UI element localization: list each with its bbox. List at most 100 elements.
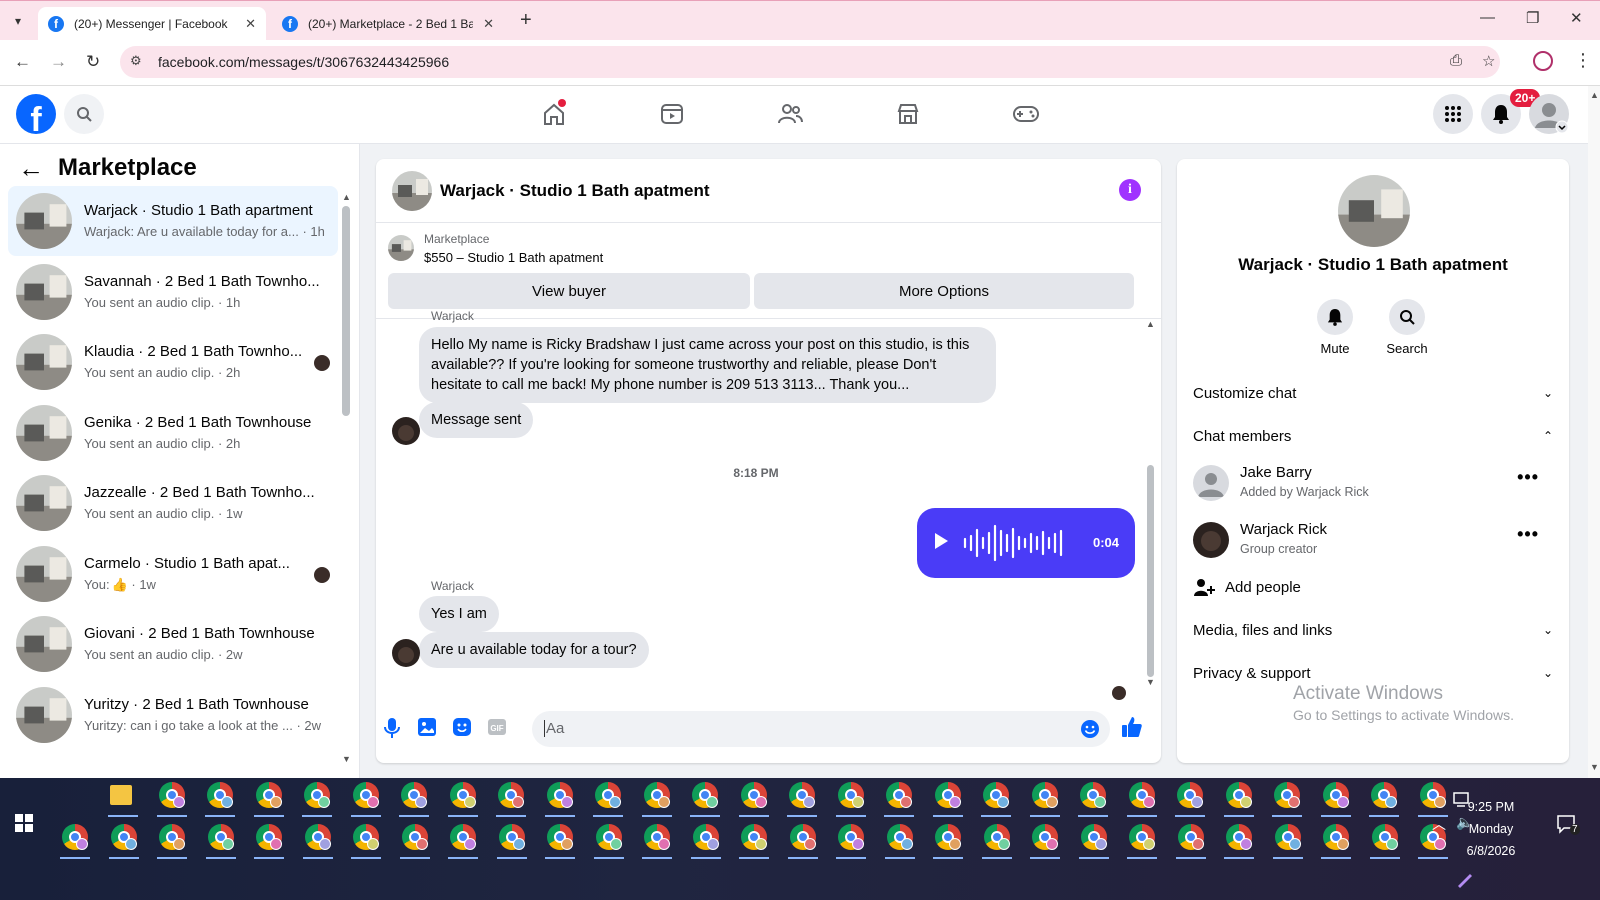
conversation-item[interactable]: Yuritzy · 2 Bed 1 Bath Townhouse Yuritzy:… bbox=[8, 680, 338, 750]
nav-marketplace[interactable] bbox=[878, 86, 938, 142]
restore-button[interactable]: ❐ bbox=[1526, 9, 1539, 27]
taskbar-app-icon[interactable] bbox=[449, 782, 476, 808]
taskbar-app-icon[interactable] bbox=[547, 824, 573, 850]
taskbar-app-icon[interactable] bbox=[1031, 782, 1058, 808]
taskbar-app-icon[interactable] bbox=[1128, 782, 1155, 808]
taskbar-app-icon[interactable] bbox=[353, 824, 379, 850]
mute-button[interactable]: Mute bbox=[1305, 299, 1365, 356]
page-scrollbar[interactable]: ▲ ▼ bbox=[1588, 86, 1600, 778]
chat-info-avatar[interactable] bbox=[1338, 175, 1410, 247]
nav-gaming[interactable] bbox=[996, 86, 1056, 142]
message-input[interactable]: Aa bbox=[532, 711, 1110, 747]
taskbar-app-icon[interactable] bbox=[1032, 824, 1058, 850]
taskbar-app-icon[interactable] bbox=[1080, 824, 1107, 850]
nav-friends[interactable] bbox=[760, 86, 820, 142]
taskbar-app-icon[interactable] bbox=[1371, 782, 1397, 808]
taskbar-app-icon[interactable] bbox=[1225, 782, 1252, 808]
taskbar-app-icon[interactable] bbox=[643, 782, 670, 808]
conversation-item[interactable]: Warjack · Studio 1 Bath apartment Warjack… bbox=[8, 186, 338, 256]
notification-center[interactable]: 7 bbox=[1556, 814, 1580, 835]
windows-start-icon[interactable] bbox=[15, 814, 33, 832]
media-files-links-row[interactable]: Media, files and links ⌄ bbox=[1193, 610, 1553, 650]
sender-avatar[interactable] bbox=[392, 417, 420, 445]
taskbar-app-icon[interactable] bbox=[110, 782, 136, 808]
taskbar-app-icon[interactable] bbox=[1129, 824, 1155, 850]
new-tab-button[interactable]: + bbox=[520, 9, 532, 32]
chat-avatar[interactable] bbox=[392, 171, 432, 211]
taskbar-app-icon[interactable] bbox=[934, 782, 961, 808]
play-icon[interactable] bbox=[935, 533, 948, 549]
sender-avatar[interactable] bbox=[392, 639, 420, 667]
forward-icon[interactable]: → bbox=[50, 52, 67, 72]
taskbar-app-icon[interactable] bbox=[838, 824, 864, 850]
facebook-logo[interactable]: f bbox=[16, 94, 56, 134]
taskbar-app-icon[interactable] bbox=[692, 782, 718, 808]
taskbar-app-icon[interactable] bbox=[1080, 782, 1106, 808]
customize-chat-row[interactable]: Customize chat ⌄ bbox=[1193, 373, 1553, 413]
minimize-button[interactable]: — bbox=[1480, 9, 1495, 26]
bookmark-star-icon[interactable]: ☆ bbox=[1482, 52, 1495, 70]
message-bubble-sent-notice[interactable]: Message sent bbox=[419, 402, 534, 438]
close-window-button[interactable]: ✕ bbox=[1570, 9, 1583, 27]
thumbs-up-icon[interactable] bbox=[1120, 715, 1144, 739]
taskbar-app-icon[interactable] bbox=[837, 782, 864, 808]
tab-search-dropdown[interactable]: ▾ bbox=[6, 9, 30, 33]
gif-icon[interactable]: GIF bbox=[487, 717, 507, 737]
member-item[interactable]: Jake Barry Added by Warjack Rick ••• bbox=[1193, 459, 1553, 509]
chat-scrollbar[interactable]: ▲ ▼ bbox=[1146, 319, 1156, 693]
browser-profile-icon[interactable] bbox=[1533, 51, 1553, 71]
taskbar-app-icon[interactable] bbox=[304, 824, 331, 850]
taskbar-app-icon[interactable] bbox=[595, 824, 622, 850]
conversation-item[interactable]: Giovani · 2 Bed 1 Bath Townhouse You sent… bbox=[8, 609, 338, 679]
tab-marketplace[interactable]: f (20+) Marketplace - 2 Bed 1 Bath ✕ bbox=[272, 7, 504, 41]
message-bubble-long[interactable]: Hello My name is Ricky Bradshaw I just c… bbox=[419, 327, 996, 403]
back-icon[interactable]: ← bbox=[14, 52, 31, 72]
taskbar-app-icon[interactable] bbox=[207, 824, 234, 850]
show-hidden-icons[interactable]: ︿ bbox=[1432, 814, 1446, 834]
taskbar-app-icon[interactable] bbox=[401, 824, 428, 850]
taskbar-app-icon[interactable] bbox=[159, 824, 185, 850]
taskbar-app-icon[interactable] bbox=[692, 824, 719, 850]
taskbar-app-icon[interactable] bbox=[740, 782, 767, 808]
microphone-icon[interactable] bbox=[382, 717, 402, 739]
taskbar-app-icon[interactable] bbox=[983, 824, 1010, 850]
listing-price-title[interactable]: $550 – Studio 1 Bath apatment bbox=[424, 250, 603, 265]
close-tab-icon[interactable]: ✕ bbox=[245, 16, 256, 32]
taskbar-app-icon[interactable] bbox=[644, 824, 670, 850]
taskbar-app-icon[interactable] bbox=[62, 824, 88, 850]
search-button[interactable] bbox=[64, 94, 104, 134]
taskbar-app-icon[interactable] bbox=[983, 782, 1009, 808]
photo-icon[interactable] bbox=[417, 717, 437, 737]
member-options-icon[interactable]: ••• bbox=[1517, 467, 1539, 488]
taskbar-app-icon[interactable] bbox=[158, 782, 185, 808]
pen-icon[interactable] bbox=[1456, 872, 1474, 888]
search-in-chat-button[interactable]: Search bbox=[1377, 299, 1437, 356]
emoji-icon[interactable] bbox=[1080, 719, 1100, 739]
menu-button[interactable] bbox=[1433, 94, 1473, 134]
taskbar-app-icon[interactable] bbox=[789, 824, 816, 850]
sticker-icon[interactable] bbox=[452, 717, 472, 737]
taskbar-app-icon[interactable] bbox=[595, 782, 621, 808]
account-button[interactable] bbox=[1529, 94, 1569, 134]
taskbar-app-icon[interactable] bbox=[1177, 782, 1203, 808]
taskbar-app-icon[interactable] bbox=[1419, 782, 1446, 808]
taskbar-app-icon[interactable] bbox=[1274, 782, 1300, 808]
back-arrow-icon[interactable]: ← bbox=[18, 155, 44, 181]
taskbar-app-icon[interactable] bbox=[110, 824, 137, 850]
taskbar-app-icon[interactable] bbox=[450, 824, 476, 850]
sidebar-scrollbar[interactable]: ▲ ▼ bbox=[342, 192, 351, 764]
taskbar-app-icon[interactable] bbox=[401, 782, 427, 808]
member-options-icon[interactable]: ••• bbox=[1517, 524, 1539, 545]
taskbar-app-icon[interactable] bbox=[1226, 824, 1252, 850]
browser-menu-icon[interactable]: ⋮ bbox=[1574, 50, 1592, 71]
listing-thumbnail[interactable] bbox=[388, 235, 414, 261]
nav-home[interactable] bbox=[524, 86, 584, 142]
taskbar-app-icon[interactable] bbox=[789, 782, 815, 808]
view-buyer-button[interactable]: View buyer bbox=[388, 273, 750, 309]
message-bubble-reply[interactable]: Yes I am bbox=[419, 596, 499, 632]
taskbar-app-icon[interactable] bbox=[352, 782, 379, 808]
taskbar-app-icon[interactable] bbox=[1274, 824, 1301, 850]
nav-video[interactable] bbox=[642, 86, 702, 142]
conversation-item[interactable]: Klaudia · 2 Bed 1 Bath Townho... You sent… bbox=[8, 327, 338, 397]
conversation-item[interactable]: Genika · 2 Bed 1 Bath Townhouse You sent … bbox=[8, 398, 338, 468]
